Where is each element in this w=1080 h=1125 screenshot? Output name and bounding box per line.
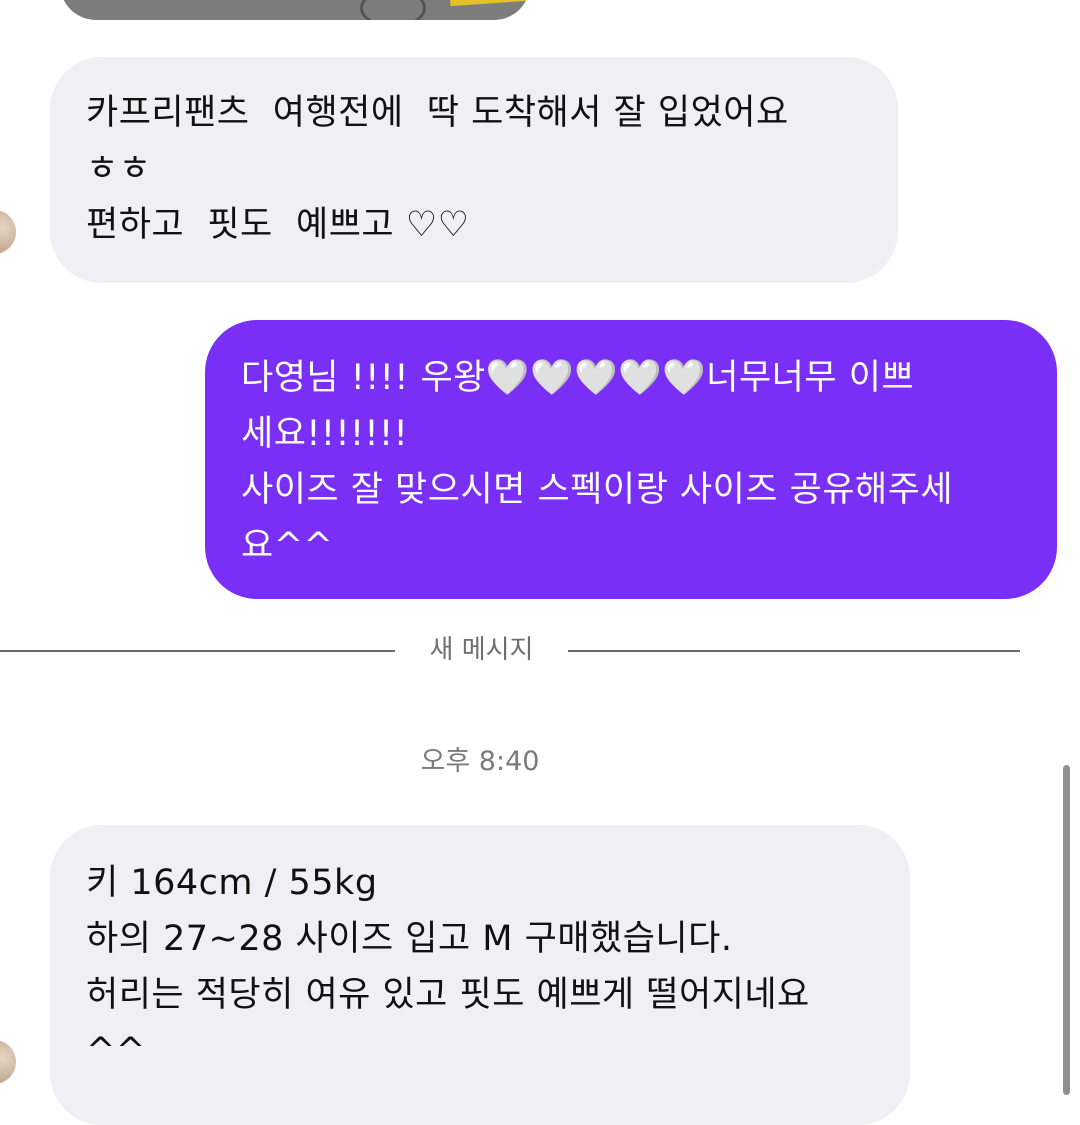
message-line: 요^^ <box>241 526 334 566</box>
message-line: 하의 27~28 사이즈 입고 M 구매했습니다. <box>86 919 733 959</box>
outgoing-message-bubble[interactable]: 다영님 !!!! 우왕🤍🤍🤍🤍🤍너무너무 이쁘 세요!!!!!!! 사이즈 잘 … <box>205 320 1057 599</box>
scrollbar[interactable] <box>1063 765 1070 1095</box>
message-line: ㅎㅎ <box>86 149 152 189</box>
photo-detail <box>360 0 426 20</box>
avatar[interactable] <box>0 210 16 254</box>
shared-photo[interactable] <box>60 0 530 20</box>
message-line: 편하고 핏도 예쁘고 ♡♡ <box>86 205 470 245</box>
message-line: 다영님 !!!! 우왕🤍🤍🤍🤍🤍너무너무 이쁘 <box>241 358 915 398</box>
new-messages-label: 새 메시지 <box>429 635 534 665</box>
divider-rule <box>0 650 395 652</box>
message-line: 허리는 적당히 여유 있고 핏도 예쁘게 떨어지네요 <box>86 975 810 1015</box>
message-line: 키 164cm / 55kg <box>86 863 378 903</box>
message-line: 카프리팬츠 여행전에 딱 도착해서 잘 입었어요 <box>86 93 789 133</box>
incoming-message-bubble[interactable]: 카프리팬츠 여행전에 딱 도착해서 잘 입었어요 ㅎㅎ 편하고 핏도 예쁘고 ♡… <box>50 57 898 283</box>
new-messages-divider: 새 메시지 <box>0 628 1080 672</box>
message-line: 세요!!!!!!! <box>241 414 409 454</box>
incoming-message-bubble[interactable]: 키 164cm / 55kg 하의 27~28 사이즈 입고 M 구매했습니다.… <box>50 825 910 1125</box>
message-line: 사이즈 잘 맞으시면 스펙이랑 사이즈 공유해주세 <box>241 470 954 510</box>
divider-rule <box>568 650 1020 652</box>
message-timestamp: 오후 8:40 <box>420 746 540 777</box>
message-line: ^^ <box>86 1031 146 1071</box>
photo-detail <box>449 0 530 7</box>
avatar[interactable] <box>0 1040 16 1084</box>
